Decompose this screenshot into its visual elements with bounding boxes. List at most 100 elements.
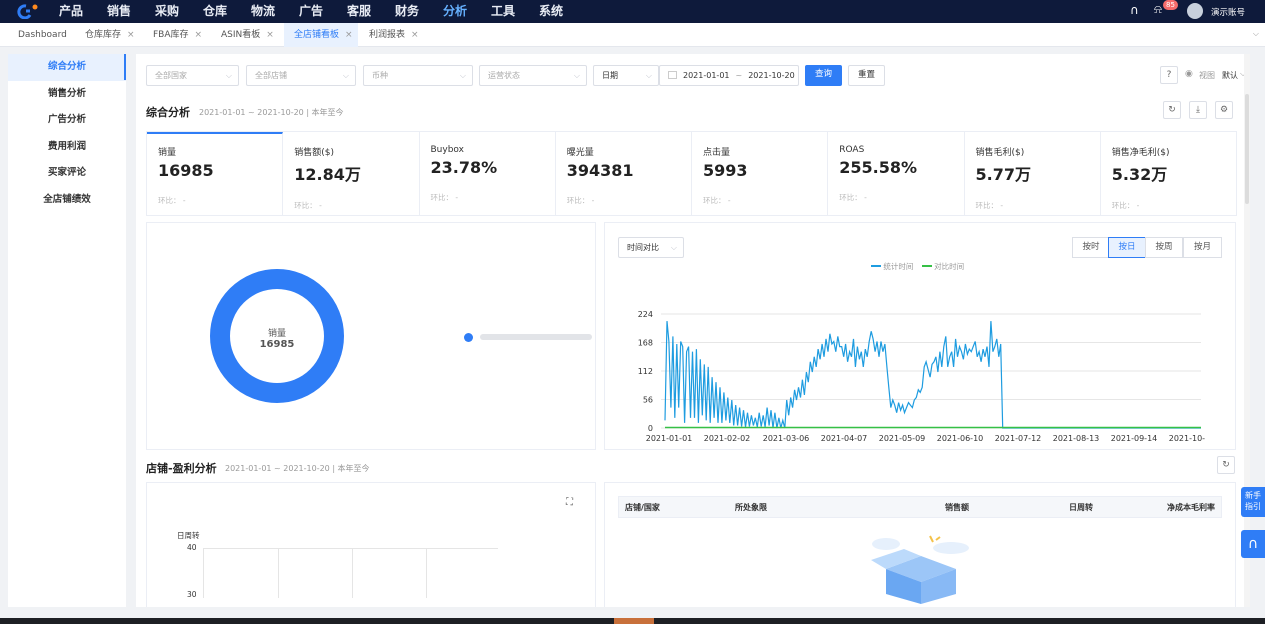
kpi-compare: 环比： - <box>158 196 186 205</box>
menu-item[interactable]: 工具 <box>491 0 515 23</box>
kpi-card[interactable]: 销量 16985 环比： - <box>147 132 284 215</box>
reset-button[interactable]: 重置 <box>848 65 885 86</box>
sidebar-item[interactable]: 销售分析 <box>8 81 126 108</box>
refresh-icon[interactable]: ↻ <box>1217 456 1235 474</box>
menu-item[interactable]: 广告 <box>299 0 323 23</box>
tab-3[interactable]: ASIN看板 × <box>211 23 283 47</box>
app-logo-icon[interactable] <box>16 3 40 19</box>
tab-label: Dashboard <box>18 30 67 40</box>
bell-icon[interactable]: ⍾ <box>1154 2 1162 17</box>
help-icon[interactable]: ? <box>1160 66 1178 84</box>
table-col-header[interactable]: 店铺/国家 <box>625 497 660 519</box>
close-icon[interactable]: × <box>195 30 203 40</box>
page-scrollbar[interactable] <box>1244 54 1250 607</box>
currency-select[interactable]: 币种 ⌵ <box>363 65 473 86</box>
kpi-card[interactable]: 点击量 5993 环比： - <box>692 132 829 215</box>
close-icon[interactable]: × <box>127 30 135 40</box>
headset-icon[interactable]: ∩ <box>1130 3 1139 17</box>
sidebar-item[interactable]: 全店铺绩效 <box>8 187 126 214</box>
date-type-select[interactable]: 日期 ⌵ <box>593 65 659 86</box>
top-navbar: 产品 销售 采购 仓库 物流 广告 客服 财务 分析 工具 系统 ∩ ⍾ 85 演示账号 <box>0 0 1265 23</box>
sidebar-item[interactable]: 买家评论 <box>8 160 126 187</box>
menu-item[interactable]: 销售 <box>107 0 131 23</box>
kpi-label: 销售毛利($) <box>975 148 1025 158</box>
main-content: 全部国家 ⌵ 全部店铺 ⌵ 币种 ⌵ 运营状态 ⌵ 日期 ⌵ 2021-01-01 ~202… <box>136 54 1246 607</box>
kpi-card[interactable]: 销售毛利($) 5.77万 环比： - <box>965 132 1101 215</box>
table-col-header[interactable]: 日周转 <box>1069 497 1093 519</box>
menu-item[interactable]: 产品 <box>59 0 83 23</box>
legend-series-2[interactable]: 对比时间 <box>934 262 964 271</box>
tab-label: 全店铺看板 <box>294 30 340 40</box>
scroll-thumb[interactable] <box>1245 94 1249 204</box>
granularity-3[interactable]: 按月 <box>1183 237 1222 258</box>
date-range-picker[interactable]: 2021-01-01 ~2021-10-20 <box>659 65 799 86</box>
table-col-header[interactable]: 销售额 <box>945 497 969 519</box>
tab-4[interactable]: 全店铺看板 × <box>284 23 358 47</box>
overview-subtitle: 2021-01-01 ~ 2021-10-20 | 本年至今 <box>199 108 344 117</box>
legend-series-1[interactable]: 统计时间 <box>883 262 913 271</box>
support-headset-button[interactable]: ∩ <box>1241 530 1265 558</box>
menu-item[interactable]: 系统 <box>539 0 563 23</box>
menu-item[interactable]: 财务 <box>395 0 419 23</box>
donut-center-value: 16985 <box>259 339 295 350</box>
fullscreen-icon[interactable]: ⛶ <box>566 497 573 508</box>
download-icon[interactable]: ⤓ <box>1189 101 1207 119</box>
store-select[interactable]: 全部店铺 ⌵ <box>246 65 356 86</box>
menu-item[interactable]: 采购 <box>155 0 179 23</box>
refresh-icon[interactable]: ↻ <box>1163 101 1181 119</box>
sidebar-item[interactable]: 费用利润 <box>8 134 126 161</box>
x-tick-label: 2021-10-16 <box>1169 434 1206 443</box>
close-icon[interactable]: × <box>345 30 353 40</box>
kpi-card[interactable]: Buybox 23.78% 环比： - <box>420 132 556 215</box>
kpi-card[interactable]: 曝光量 394381 环比： - <box>556 132 692 215</box>
eye-icon[interactable]: ◉ <box>1185 69 1193 79</box>
close-icon[interactable]: × <box>266 30 274 40</box>
kpi-compare: 环比： - <box>294 201 322 210</box>
x-tick-label: 2021-05-09 <box>879 434 926 443</box>
quadrant-panel: ⛶ 日周转 40 30 <box>146 482 596 607</box>
status-select[interactable]: 运营状态 ⌵ <box>479 65 587 86</box>
small-chart-y40: 40 <box>187 543 197 552</box>
compare-select-value: 时间对比 <box>627 243 659 252</box>
granularity-2[interactable]: 按周 <box>1145 237 1183 258</box>
tabs-more-icon[interactable]: ⌵ <box>1253 29 1259 39</box>
tab-1[interactable]: 仓库库存 × <box>75 23 142 47</box>
menu-item[interactable]: 物流 <box>251 0 275 23</box>
table-col-header[interactable]: 所处象限 <box>735 497 767 519</box>
kpi-card[interactable]: 销售净毛利($) 5.32万 环比： - <box>1101 132 1236 215</box>
sidebar-item[interactable]: 综合分析 <box>8 54 126 81</box>
compare-select[interactable]: 时间对比 ⌵ <box>618 237 684 258</box>
menu-item[interactable]: 仓库 <box>203 0 227 23</box>
avatar[interactable] <box>1187 3 1203 19</box>
tab-2[interactable]: FBA库存 × <box>143 23 210 47</box>
settings-icon[interactable]: ⚙ <box>1215 101 1233 119</box>
kpi-card[interactable]: 销售额($) 12.84万 环比： - <box>283 132 420 215</box>
tab-label: 利润报表 <box>369 30 406 40</box>
query-button[interactable]: 查询 <box>805 65 842 86</box>
menu-item[interactable]: 客服 <box>347 0 371 23</box>
granularity-0[interactable]: 按时 <box>1072 237 1110 258</box>
kpi-card[interactable]: ROAS 255.58% 环比： - <box>828 132 965 215</box>
granularity-1[interactable]: 按日 <box>1108 237 1146 258</box>
line-legend: 统计时间 对比时间 <box>871 261 964 272</box>
account-name[interactable]: 演示账号 <box>1211 6 1245 18</box>
sidebar-item[interactable]: 广告分析 <box>8 107 126 134</box>
table-col-header[interactable]: 净成本毛利率 <box>1167 497 1215 519</box>
country-select[interactable]: 全部国家 ⌵ <box>146 65 239 86</box>
close-icon[interactable]: × <box>411 30 419 40</box>
kpi-value: 12.84万 <box>294 165 361 184</box>
series-line-current[interactable] <box>664 321 1201 429</box>
kpi-label: Buybox <box>430 145 464 155</box>
tab-0[interactable]: Dashboard <box>8 23 73 47</box>
menu-item[interactable]: 分析 <box>443 0 467 23</box>
newbie-guide-button[interactable]: 新手 指引 <box>1241 487 1265 517</box>
tab-5[interactable]: 利润报表 × <box>359 23 427 47</box>
analysis-sidebar: 综合分析 销售分析 广告分析 费用利润 买家评论 全店铺绩效 <box>8 54 126 607</box>
y-tick-label: 168 <box>638 339 653 348</box>
profit-subtitle: 2021-01-01 ~ 2021-10-20 | 本年至今 <box>225 464 370 473</box>
taskbar-item[interactable] <box>614 618 654 624</box>
kpi-value: 5.32万 <box>1111 165 1168 184</box>
overview-title: 综合分析 <box>146 106 190 119</box>
view-select[interactable]: 默认 <box>1222 70 1238 81</box>
trend-line-chart[interactable]: 0 56 112 168 224 2021-01-01 2021-02-02 2021-03-… <box>616 304 1206 454</box>
